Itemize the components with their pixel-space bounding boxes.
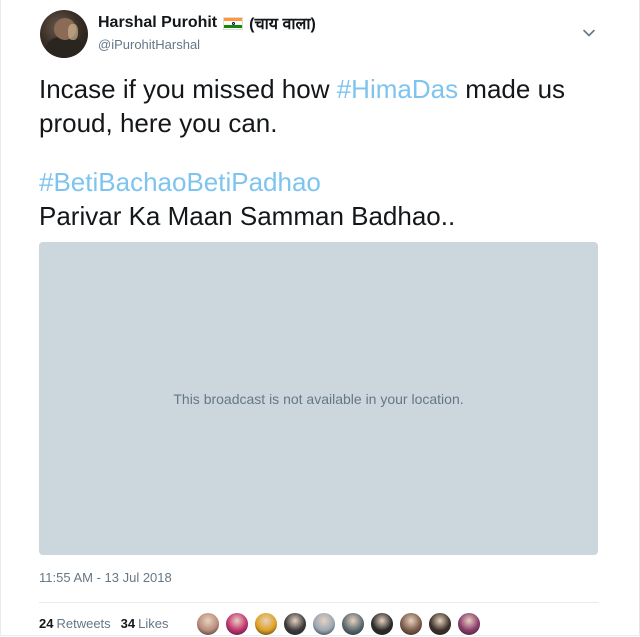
hashtag-betibachao-link[interactable]: #BetiBachaoBetiPadhao xyxy=(39,165,609,199)
liker-avatar-1[interactable] xyxy=(196,612,220,636)
liker-avatar-8[interactable] xyxy=(399,612,423,636)
divider xyxy=(39,602,599,603)
liker-avatar-2[interactable] xyxy=(225,612,249,636)
tweet-text-segment: Incase if you missed how xyxy=(39,74,337,104)
liker-avatar-9[interactable] xyxy=(428,612,452,636)
tweet-stats: 24 Retweets 34 Likes xyxy=(39,616,169,631)
author-handle[interactable]: @iPurohitHarshal xyxy=(98,37,200,52)
avatar-highlight-shape xyxy=(68,24,78,40)
tweet-line-4: Parivar Ka Maan Samman Badhao.. xyxy=(39,201,456,231)
retweets-label: Retweets xyxy=(56,616,111,631)
broadcast-unavailable-message: This broadcast is not available in your … xyxy=(173,390,464,407)
retweets-count: 24 xyxy=(39,616,54,631)
tweet-line-2: proud, here you can. xyxy=(39,108,278,138)
author-name-row[interactable]: Harshal Purohit (चाय वाला) xyxy=(98,12,316,34)
liker-avatar-3[interactable] xyxy=(254,612,278,636)
liker-avatar-6[interactable] xyxy=(341,612,365,636)
india-flag-icon xyxy=(223,16,244,30)
liker-avatar-5[interactable] xyxy=(312,612,336,636)
tweet-text-segment: made us xyxy=(458,74,566,104)
broadcast-media[interactable]: This broadcast is not available in your … xyxy=(39,242,598,555)
author-avatar[interactable] xyxy=(40,10,88,58)
author-name[interactable]: Harshal Purohit xyxy=(98,14,217,32)
likes-label: Likes xyxy=(138,616,169,631)
tweet-line-1: Incase if you missed how #HimaDas made u… xyxy=(39,72,609,106)
tweet-timestamp[interactable]: 11:55 AM - 13 Jul 2018 xyxy=(39,570,172,585)
tweet-text: Incase if you missed how #HimaDas made u… xyxy=(39,72,609,233)
hashtag-himadas-link[interactable]: #HimaDas xyxy=(337,74,458,104)
likes-stat[interactable]: 34 Likes xyxy=(121,616,169,631)
likers-avatars xyxy=(196,612,486,636)
author-name-suffix: (चाय वाला) xyxy=(249,16,316,33)
chevron-down-icon[interactable] xyxy=(580,24,598,42)
retweets-stat[interactable]: 24 Retweets xyxy=(39,616,111,631)
liker-avatar-10[interactable] xyxy=(457,612,481,636)
liker-avatar-4[interactable] xyxy=(283,612,307,636)
likes-count: 34 xyxy=(120,616,136,631)
liker-avatar-7[interactable] xyxy=(370,612,394,636)
